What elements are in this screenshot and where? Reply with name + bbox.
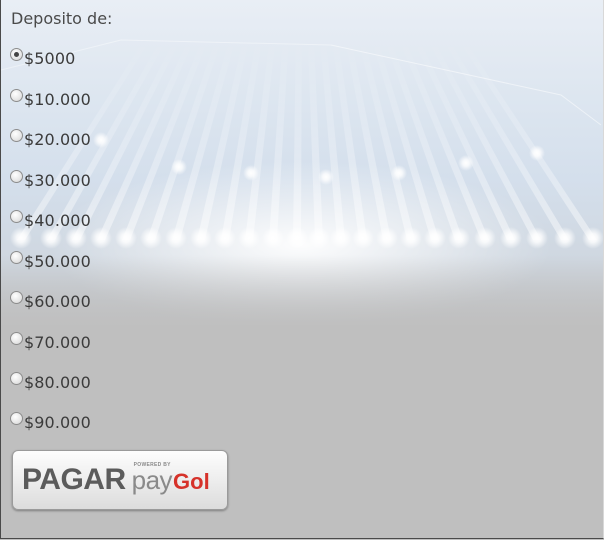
option-label: $80.000 <box>24 372 91 392</box>
deposit-panel: Deposito de: $5000 $10.000 $20.000 $30.0… <box>0 0 604 539</box>
paygol-gol-text: Gol <box>173 469 210 494</box>
deposit-form: Deposito de: $5000 $10.000 $20.000 $30.0… <box>1 0 603 538</box>
paygol-pay-text: pay <box>131 465 173 495</box>
radio-button[interactable] <box>10 331 23 345</box>
radio-button[interactable] <box>10 371 23 385</box>
option-label: $90.000 <box>24 412 91 432</box>
option-label: $5000 <box>24 48 76 68</box>
radio-button[interactable] <box>10 411 23 425</box>
radio-button[interactable] <box>10 88 23 102</box>
deposit-option-90000[interactable]: $90.000 <box>10 411 91 433</box>
deposit-legend: Deposito de: <box>11 9 113 28</box>
radio-button[interactable] <box>10 250 23 264</box>
deposit-option-70000[interactable]: $70.000 <box>10 331 91 353</box>
radio-button[interactable] <box>10 169 23 183</box>
radio-button[interactable] <box>10 47 23 61</box>
option-label: $30.000 <box>24 170 91 190</box>
deposit-option-40000[interactable]: $40.000 <box>10 209 91 231</box>
radio-button[interactable] <box>10 290 23 304</box>
radio-button[interactable] <box>10 128 23 142</box>
deposit-option-5000[interactable]: $5000 <box>10 47 75 69</box>
deposit-option-20000[interactable]: $20.000 <box>10 128 91 150</box>
option-label: $40.000 <box>24 210 91 230</box>
deposit-option-60000[interactable]: $60.000 <box>10 290 91 312</box>
option-label: $60.000 <box>24 291 91 311</box>
pay-button-label: PAGAR <box>22 463 126 496</box>
option-label: $50.000 <box>24 251 91 271</box>
deposit-option-50000[interactable]: $50.000 <box>10 250 91 272</box>
pay-button[interactable]: PAGAR POWERED BY pay Gol <box>12 450 228 510</box>
deposit-option-30000[interactable]: $30.000 <box>10 169 91 191</box>
option-label: $10.000 <box>24 89 91 109</box>
deposit-option-10000[interactable]: $10.000 <box>10 88 91 110</box>
paygol-logo: POWERED BY pay Gol <box>132 462 210 494</box>
option-label: $20.000 <box>24 129 91 149</box>
radio-button[interactable] <box>10 209 23 223</box>
deposit-option-80000[interactable]: $80.000 <box>10 371 91 393</box>
option-label: $70.000 <box>24 332 91 352</box>
